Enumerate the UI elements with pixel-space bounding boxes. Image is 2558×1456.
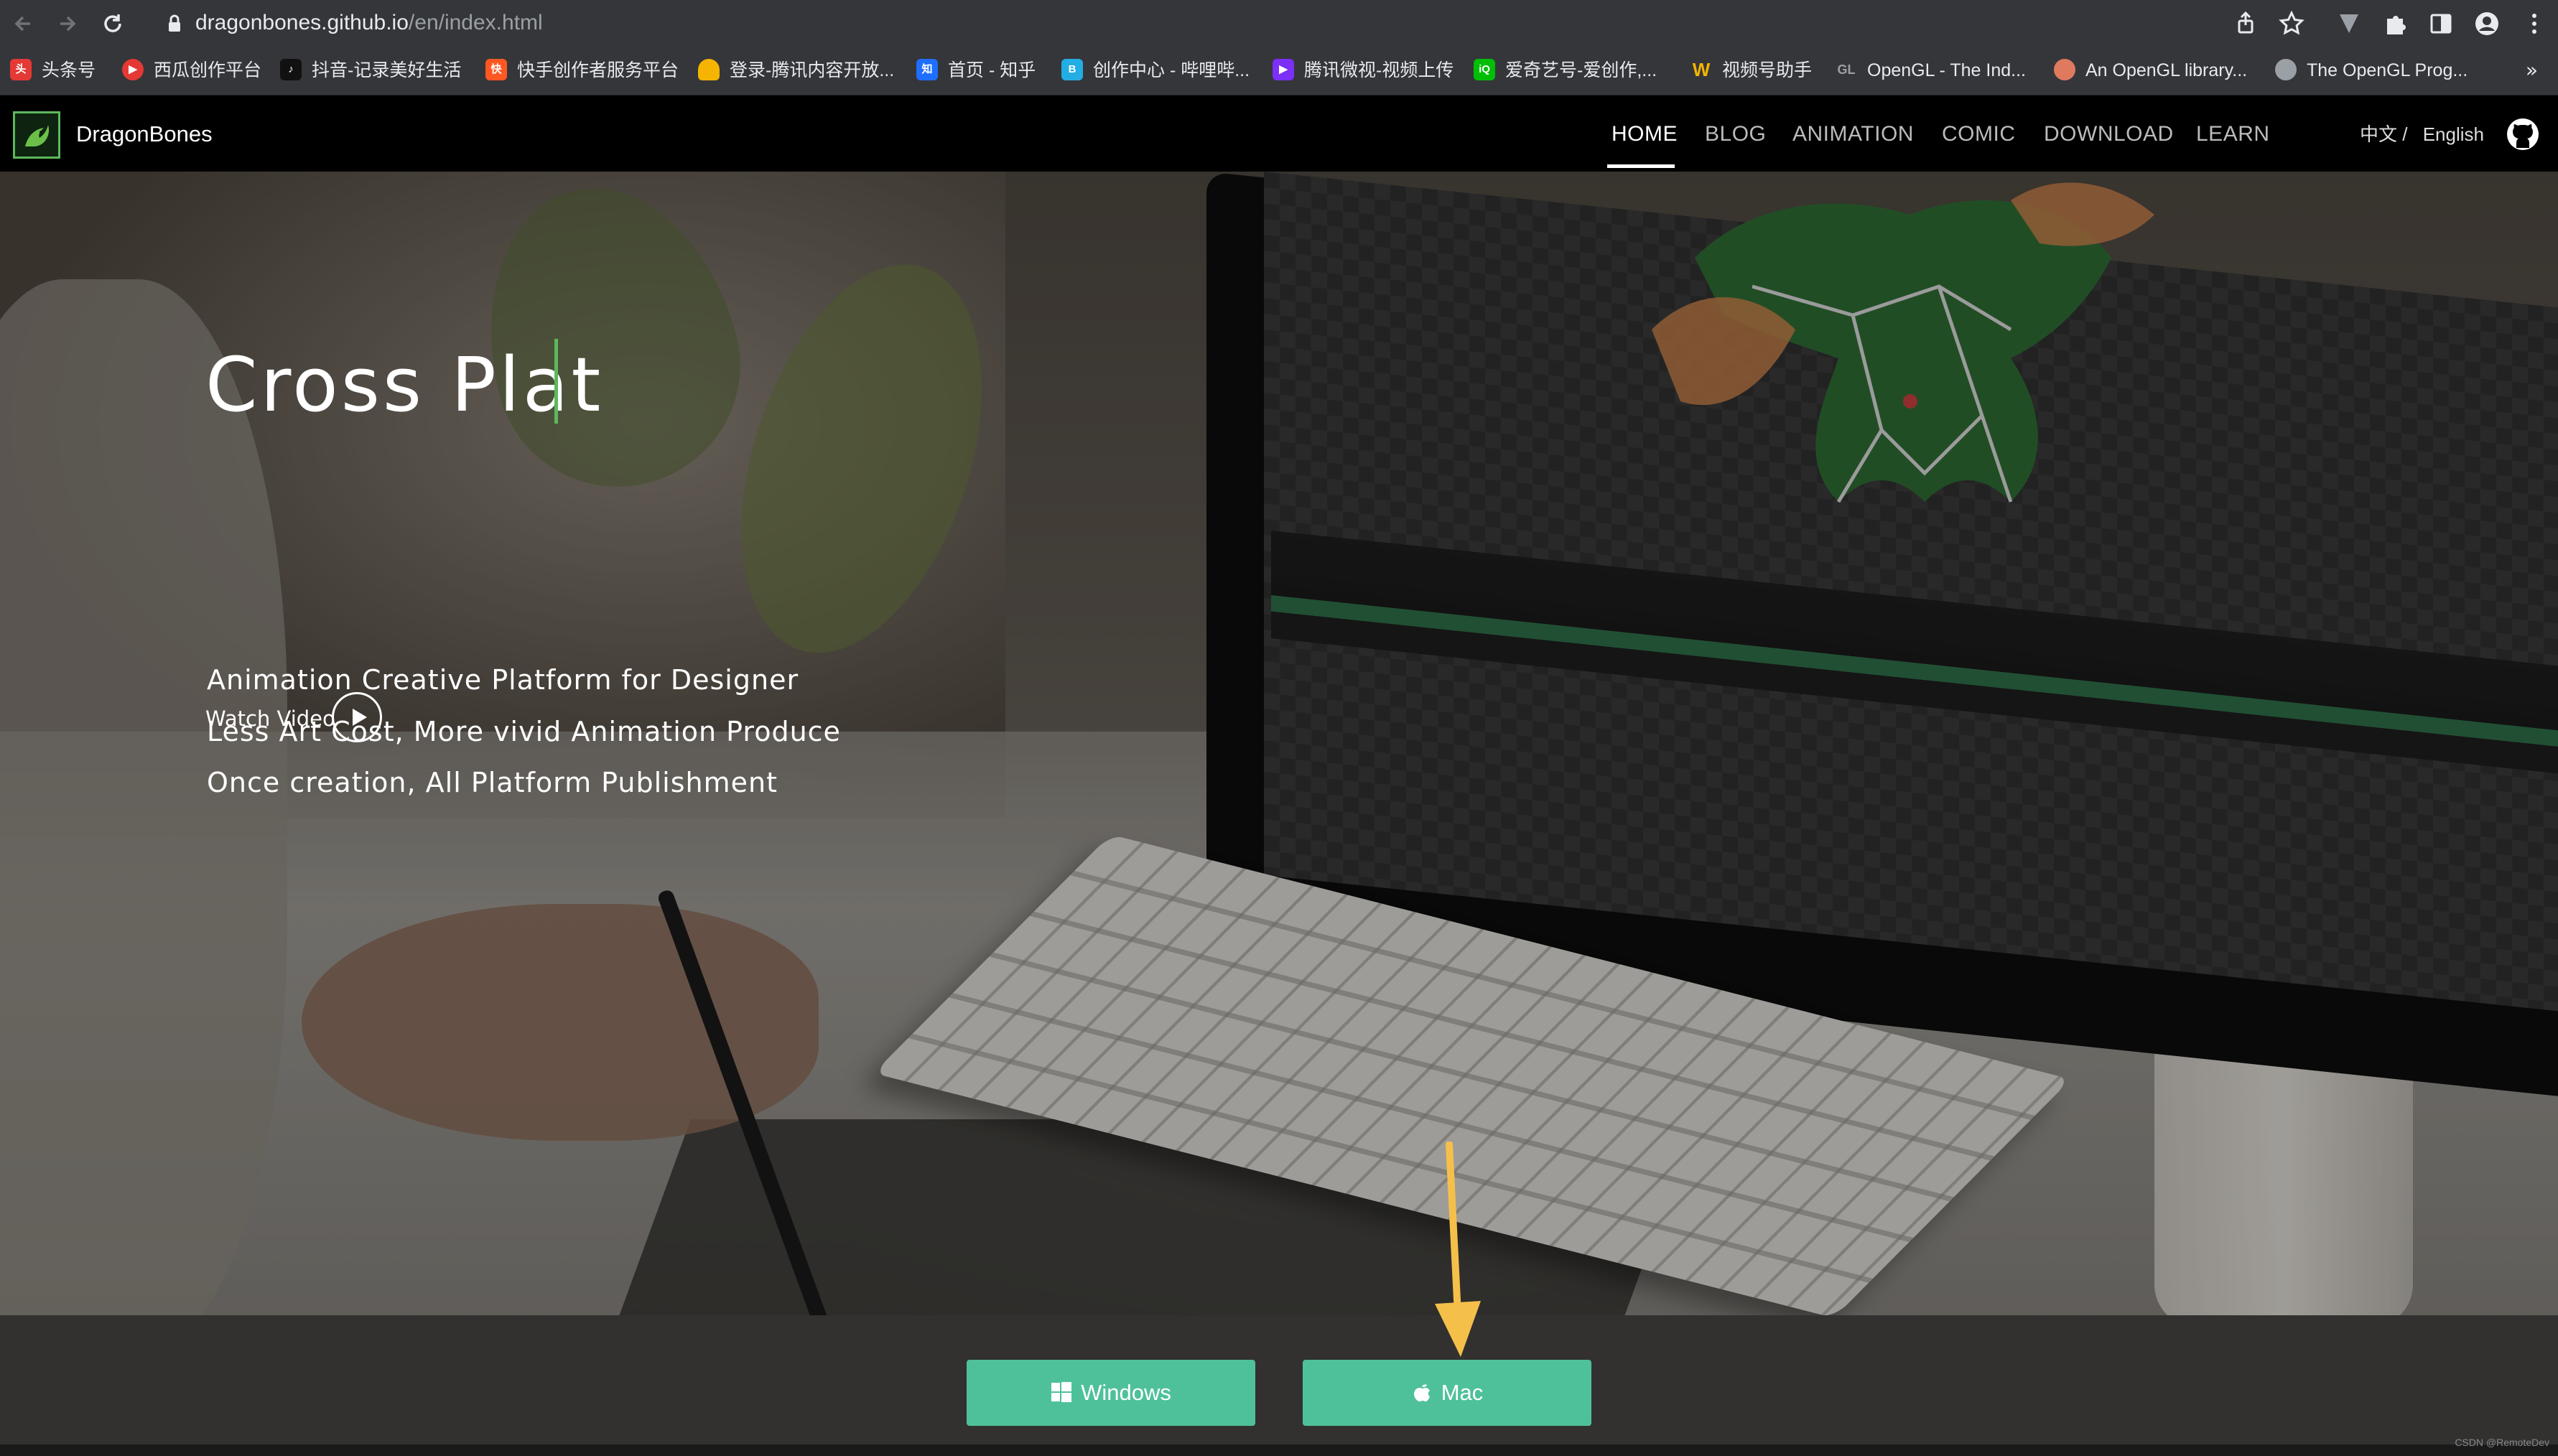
watch-video-link[interactable]: Watch Video [205,701,335,737]
opengl-icon: GL [1837,62,1856,78]
browser-toolbar: dragonbones.github.io/en/index.html [0,0,2558,47]
nav-learn[interactable]: LEARN [2196,117,2270,151]
github-icon[interactable] [2506,118,2539,151]
share-icon[interactable] [2231,9,2261,39]
sushi-icon [2054,59,2075,81]
extension-v-icon[interactable] [2334,9,2364,39]
page-bottom-strip [0,1445,2558,1456]
windows-icon [1051,1381,1072,1402]
tencent-bell-icon [698,59,720,81]
language-switcher: 中文 / English [2360,117,2484,151]
annotation-arrow-icon [1435,1142,1481,1357]
typing-caret [554,339,558,424]
bookmark-opengl-library[interactable]: An OpenGL library... [2054,55,2247,86]
lock-icon[interactable] [159,9,190,39]
menu-kebab-icon[interactable] [2519,9,2549,39]
zhihu-icon: 知 [916,59,938,81]
profile-icon[interactable] [2472,9,2502,39]
url-host: dragonbones.github.io [195,11,409,34]
download-bar: Windows Mac [0,1315,2558,1445]
nav-blog[interactable]: BLOG [1705,117,1766,151]
dragon-logo-icon [25,125,50,146]
watermark-credit: CSDN @RemoteDev [2455,1437,2549,1448]
bookmark-douyin[interactable]: ♪ 抖音-记录美好生活 [280,55,461,86]
nav-home[interactable]: HOME [1611,117,1678,151]
bookmark-star-icon[interactable] [2276,9,2307,39]
globe-icon [2275,59,2297,81]
nav-active-indicator [1607,164,1675,168]
back-icon[interactable] [9,9,39,39]
bookmark-zhihu[interactable]: 知首页 - 知乎 [916,55,1036,86]
bookmark-opengl-index[interactable]: GL OpenGL - The Ind... [1836,55,2026,86]
weishi-icon: ▶ [1273,59,1294,81]
forward-icon[interactable] [52,9,82,39]
channels-icon: W [1692,59,1711,81]
douyin-icon: ♪ [280,59,302,81]
kuaishou-icon: 快 [485,59,507,81]
toutiao-icon: 头 [10,59,32,81]
xigua-icon: ▶ [122,59,144,81]
bookmark-channels[interactable]: W 视频号助手 [1690,55,1812,86]
site-navbar: DragonBones HOME BLOG ANIMATION COMIC DO… [0,95,2558,172]
dragonbones-logo[interactable] [13,111,60,159]
bookmark-tencent-content[interactable]: 登录-腾讯内容开放... [698,55,894,86]
bilibili-icon: B [1061,59,1083,81]
bookmark-xigua[interactable]: ▶ 西瓜创作平台 [122,55,261,86]
bookmark-iqiyi[interactable]: iQ 爱奇艺号-爱创作,... [1474,55,1657,86]
bookmark-opengl-prog[interactable]: The OpenGL Prog... [2275,55,2468,86]
download-mac-button[interactable]: Mac [1303,1360,1591,1426]
play-video-button[interactable] [332,692,382,742]
side-panel-icon[interactable] [2426,9,2456,39]
extensions-puzzle-icon[interactable] [2380,9,2410,39]
download-windows-button[interactable]: Windows [967,1360,1255,1426]
bookmark-kuaishou[interactable]: 快快手创作者服务平台 [485,55,679,86]
bookmark-bilibili[interactable]: B 创作中心 - 哔哩哔... [1061,55,1250,86]
nav-comic[interactable]: COMIC [1942,117,2016,151]
download-windows-label: Windows [1081,1380,1171,1405]
hero-tagline: Animation Creative Platform for Designer [207,664,799,696]
bookmarks-bar: 头头条号 ▶ 西瓜创作平台 ♪ 抖音-记录美好生活 快快手创作者服务平台 登录-腾讯… [0,47,2558,95]
brand-name[interactable]: DragonBones [76,117,213,151]
url-path: /en/index.html [408,11,543,34]
apple-icon [1413,1384,1430,1401]
bookmark-weishi[interactable]: ▶ 腾讯微视-视频上传 [1273,55,1454,86]
reload-icon[interactable] [98,9,128,39]
lang-zh-link[interactable]: 中文 / [2360,123,2407,145]
lang-en-link[interactable]: English [2423,123,2484,145]
address-bar[interactable]: dragonbones.github.io/en/index.html [195,7,543,39]
nav-download[interactable]: DOWNLOAD [2044,117,2174,151]
iqiyi-icon: iQ [1474,59,1495,81]
bookmark-toutiao[interactable]: 头头条号 [10,55,96,86]
bookmarks-overflow-button[interactable]: » [2526,55,2538,86]
hero-title: Cross Plat [205,341,604,429]
hero-tagline: Once creation, All Platform Publishment [207,767,778,798]
download-mac-label: Mac [1441,1380,1484,1405]
nav-animation[interactable]: ANIMATION [1792,117,1914,151]
